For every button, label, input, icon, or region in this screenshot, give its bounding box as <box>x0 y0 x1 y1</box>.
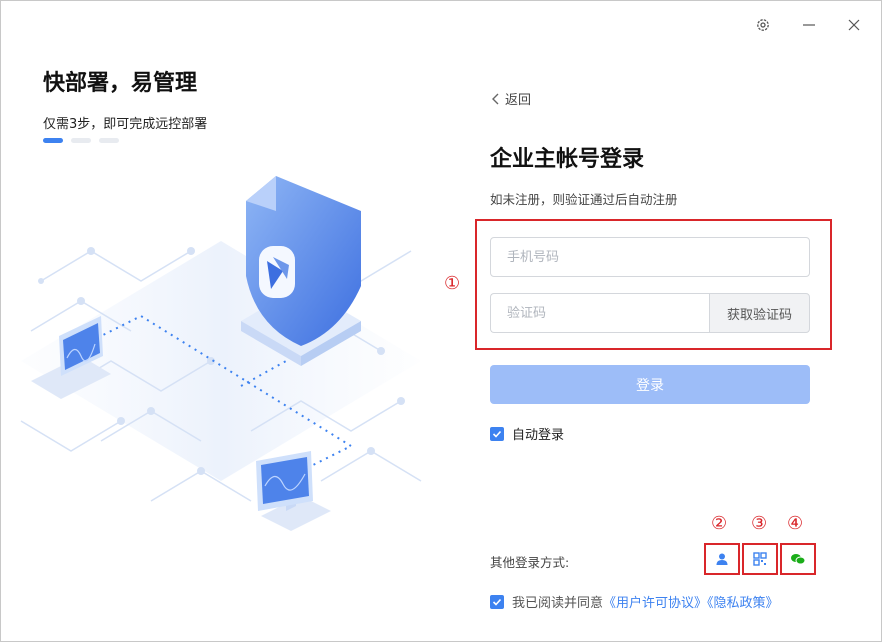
annotation-marker-2: ② <box>711 513 728 534</box>
phone-input[interactable] <box>490 237 810 277</box>
settings-gear-icon[interactable] <box>751 13 775 37</box>
account-login-button[interactable] <box>704 543 740 575</box>
step-dot-2 <box>71 138 91 143</box>
wechat-login-button[interactable] <box>780 543 816 575</box>
close-icon[interactable] <box>842 13 866 37</box>
login-window: 快部署，易管理 仅需3步，即可完成远控部署 返回 企业主帐号登录 如未注册，则验… <box>0 0 882 642</box>
agreement-checkbox[interactable] <box>490 594 504 609</box>
auto-login-checkbox[interactable]: 自动登录 <box>490 424 564 443</box>
get-code-button[interactable]: 获取验证码 <box>709 293 810 333</box>
back-label: 返回 <box>505 93 532 108</box>
promo-subtitle: 仅需3步，即可完成远控部署 <box>43 117 208 132</box>
verification-code-input[interactable] <box>490 293 710 333</box>
annotation-marker-1: ① <box>444 273 461 294</box>
minimize-icon[interactable] <box>797 13 821 37</box>
form-hint: 如未注册，则验证通过后自动注册 <box>490 192 678 207</box>
wechat-icon <box>791 554 806 565</box>
privacy-policy-link[interactable]: 《隐私政策》 <box>707 596 779 611</box>
agreement-prefix: 我已阅读并同意 <box>512 596 604 611</box>
login-button[interactable]: 登录 <box>490 365 810 404</box>
auto-login-label: 自动登录 <box>512 428 565 443</box>
back-link[interactable]: 返回 <box>491 89 531 108</box>
checkbox-checked-icon <box>490 426 504 441</box>
step-dot-3 <box>99 138 119 143</box>
annotation-marker-4: ④ <box>787 513 804 534</box>
annotation-marker-3: ③ <box>751 513 768 534</box>
form-title: 企业主帐号登录 <box>490 147 645 172</box>
chevron-left-icon <box>492 93 499 104</box>
user-icon <box>716 553 728 565</box>
qrcode-login-button[interactable] <box>742 543 778 575</box>
step-indicator <box>43 138 119 143</box>
agreement-row: 我已阅读并同意《用户许可协议》《隐私政策》 <box>490 592 779 611</box>
other-login-label: 其他登录方式: <box>490 555 570 570</box>
security-illustration <box>20 176 422 531</box>
qrcode-icon <box>753 552 767 566</box>
promo-title: 快部署，易管理 <box>43 71 198 96</box>
step-dot-1 <box>43 138 63 143</box>
license-agreement-link[interactable]: 《用户许可协议》 <box>603 596 707 611</box>
